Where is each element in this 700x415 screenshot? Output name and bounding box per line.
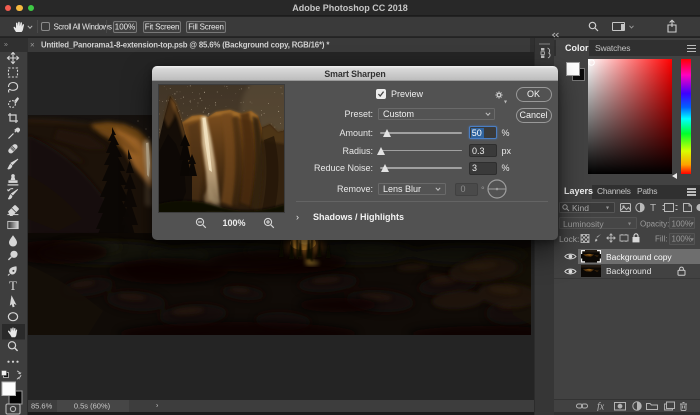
svg-text:T: T <box>650 203 656 213</box>
svg-text:fx: fx <box>597 402 605 412</box>
svg-text:T: T <box>9 278 17 293</box>
